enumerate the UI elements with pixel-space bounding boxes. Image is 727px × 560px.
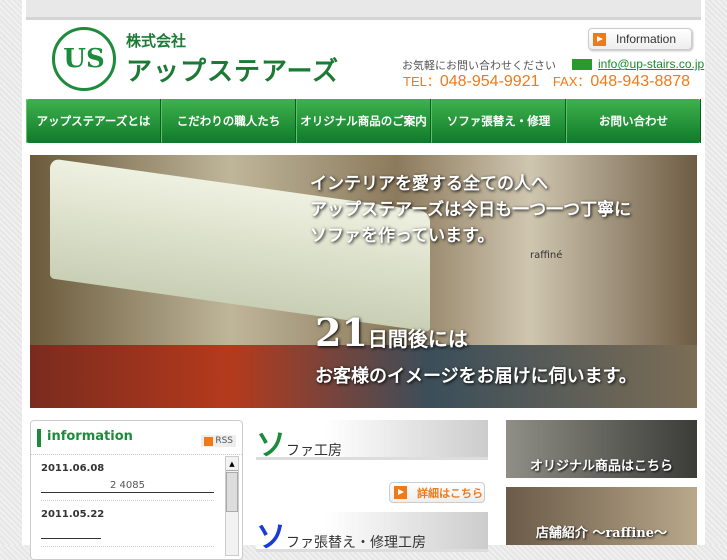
hero-promise: お客様のイメージをお届けに伺います。 xyxy=(315,366,637,387)
top-bar xyxy=(26,0,701,20)
hero-days: 21日間後には xyxy=(315,310,468,355)
nav-reupholstery[interactable]: ソファ張替え・修理 xyxy=(431,99,566,143)
scroll-up-icon[interactable]: ▲ xyxy=(226,457,238,471)
rss-button[interactable]: RSS xyxy=(201,435,236,447)
entry-link[interactable] xyxy=(41,526,101,539)
email-link[interactable]: info@up-stairs.co.jp xyxy=(598,57,704,71)
tel-number: 048-954-9921 xyxy=(439,73,540,90)
nav-contact[interactable]: お問い合わせ xyxy=(566,99,701,143)
entry-link[interactable]: 2 4085 xyxy=(41,480,214,493)
scroll-thumb[interactable] xyxy=(226,472,238,512)
list-item: 2011.05.22 xyxy=(41,501,214,547)
rss-icon xyxy=(204,436,214,446)
scrollbar[interactable]: ▲ xyxy=(225,456,239,556)
details-button[interactable]: 詳細はこちら xyxy=(389,482,485,503)
original-products-banner[interactable]: オリジナル商品はこちら xyxy=(506,420,697,478)
information-button-label: Information xyxy=(616,32,677,46)
hero-banner: インテリアを愛する全ての人へ アップステアーズは今日も一つ一つ丁寧に ソファを作って… xyxy=(30,155,697,408)
logo-mark: US xyxy=(52,27,116,91)
sofa-workshop-banner[interactable]: ソファ工房 xyxy=(256,420,488,463)
logo[interactable]: US 株式会社 アップステアーズ xyxy=(52,27,339,91)
fax-label: FAX： xyxy=(552,74,591,89)
information-button[interactable]: Information xyxy=(588,28,692,50)
email-contact[interactable]: info@up-stairs.co.jp xyxy=(572,57,704,71)
information-title: information xyxy=(47,429,133,444)
mail-icon xyxy=(572,58,592,70)
fax-number: 048-943-8878 xyxy=(590,73,691,90)
main-nav: アップステアーズとは こだわりの職人たち オリジナル商品のご案内 ソファ張替え・… xyxy=(26,99,701,143)
company-name: アップステアーズ xyxy=(126,57,340,87)
reupholstery-banner[interactable]: ソファ張替え・修理工房 xyxy=(256,512,488,555)
heading-accent xyxy=(37,429,41,447)
store-banner[interactable]: 店舗紹介 ～raffine～ xyxy=(506,487,697,545)
nav-about[interactable]: アップステアーズとは xyxy=(26,99,161,143)
phone-fax: TEL：048-954-9921 FAX：048-943-8878 xyxy=(403,71,690,91)
entry-date: 2011.06.08 xyxy=(41,463,105,474)
hero-tagline: インテリアを愛する全ての人へ アップステアーズは今日も一つ一つ丁寧に ソファを作って… xyxy=(310,174,632,246)
play-icon xyxy=(394,486,407,499)
list-item: 2011.06.08 2 4085 xyxy=(41,455,214,501)
company-prefix: 株式会社 xyxy=(126,32,187,50)
nav-products[interactable]: オリジナル商品のご案内 xyxy=(296,99,431,143)
entry-date: 2011.05.22 xyxy=(41,509,105,520)
information-panel: information RSS 2011.06.08 2 4085 2011.05… xyxy=(30,420,243,560)
nav-craftsmen[interactable]: こだわりの職人たち xyxy=(161,99,296,143)
play-icon xyxy=(593,32,606,46)
hero-brand: raffiné xyxy=(530,250,563,261)
tel-label: TEL： xyxy=(403,74,440,89)
